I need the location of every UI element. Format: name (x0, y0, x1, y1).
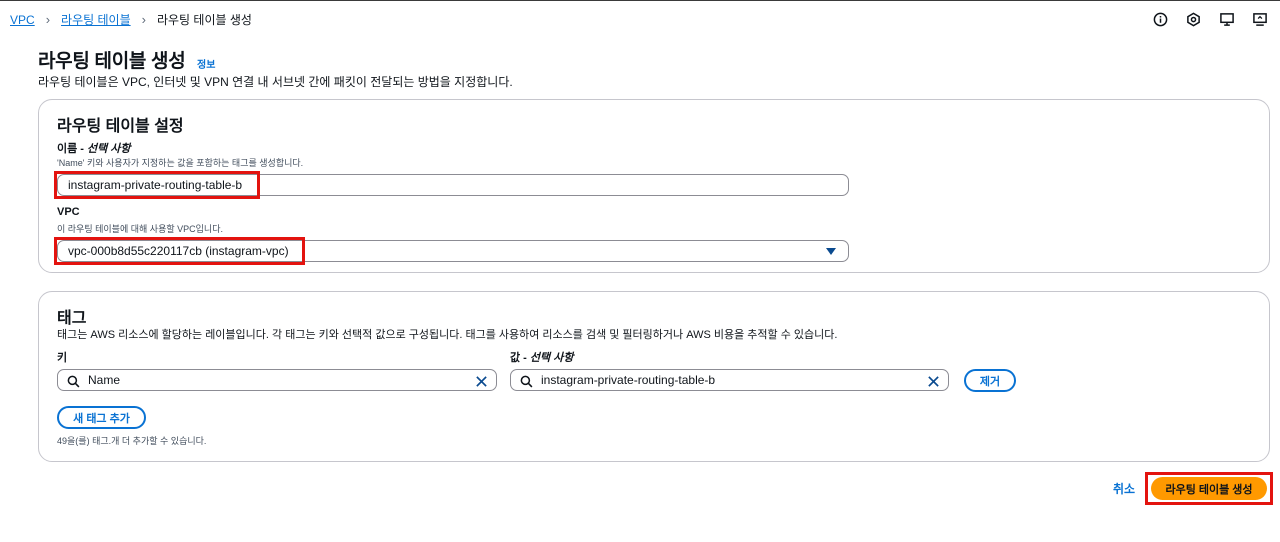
top-bar: VPC › 라우팅 테이블 › 라우팅 테이블 생성 (0, 0, 1280, 38)
name-hint: 'Name' 키와 사용자가 지정하는 값을 포함하는 태그를 생성합니다. (57, 158, 304, 168)
name-label: 이름 - 선택 사항 (57, 143, 131, 155)
search-icon (67, 374, 80, 394)
vpc-label: VPC (57, 206, 80, 218)
page-description: 라우팅 테이블은 VPC, 인터넷 및 VPN 연결 내 서브넷 간에 패킷이 … (38, 75, 513, 89)
clear-icon[interactable] (475, 374, 488, 394)
tag-key-input[interactable]: Name (57, 369, 497, 391)
toolbar-icons (1152, 11, 1268, 28)
clear-icon[interactable] (927, 374, 940, 394)
tag-key-label: 키 (57, 352, 68, 364)
remove-tag-button[interactable]: 제거 (964, 369, 1016, 392)
settings-icon[interactable] (1185, 11, 1202, 28)
info-icon[interactable] (1152, 11, 1169, 28)
monitor-icon[interactable] (1218, 11, 1235, 28)
highlight-create-button (1145, 472, 1273, 505)
cancel-button[interactable]: 취소 (1113, 480, 1135, 497)
chevron-right-icon: › (141, 12, 146, 27)
breadcrumb-vpc[interactable]: VPC (10, 13, 35, 27)
caret-down-icon (826, 248, 836, 255)
screen-share-icon[interactable] (1251, 11, 1268, 28)
vpc-hint: 이 라우팅 테이블에 대해 사용할 VPC입니다. (57, 224, 223, 234)
page-title: 라우팅 테이블 생성 (38, 51, 186, 72)
breadcrumb-route-tables[interactable]: 라우팅 테이블 (61, 11, 131, 28)
add-tag-button[interactable]: 새 태그 추가 (57, 406, 146, 429)
tag-value-value: instagram-private-routing-table-b (541, 373, 716, 387)
search-icon (520, 374, 533, 394)
highlight-name-input (54, 171, 260, 199)
tags-heading: 태그 (57, 310, 87, 327)
chevron-right-icon: › (45, 12, 51, 27)
tags-panel: 태그 태그는 AWS 리소스에 할당하는 레이블입니다. 각 태그는 키와 선택… (38, 291, 1270, 462)
tags-description: 태그는 AWS 리소스에 할당하는 레이블입니다. 각 태그는 키와 선택적 값… (57, 329, 838, 341)
highlight-vpc-select (54, 237, 305, 265)
remaining-tags-note: 49을(를) 태그.개 더 추가할 수 있습니다. (57, 436, 207, 446)
info-link[interactable]: 정보 (197, 56, 215, 71)
tag-key-value: Name (88, 373, 121, 387)
tag-value-label: 값 - 선택 사항 (510, 352, 574, 364)
settings-heading: 라우팅 테이블 설정 (57, 118, 184, 135)
breadcrumb-current: 라우팅 테이블 생성 (156, 13, 252, 27)
breadcrumb: VPC › 라우팅 테이블 › 라우팅 테이블 생성 (10, 11, 252, 28)
tag-value-input[interactable]: instagram-private-routing-table-b (510, 369, 949, 391)
